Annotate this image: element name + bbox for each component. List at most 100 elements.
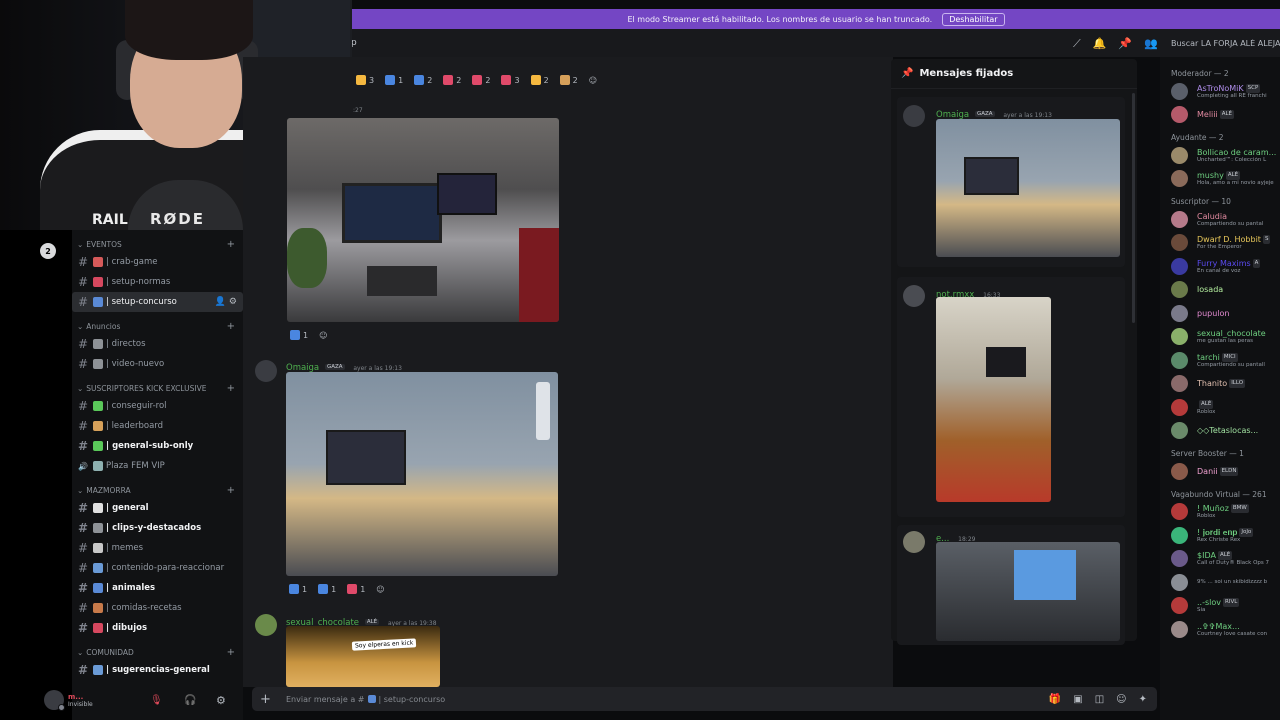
- mute-icon[interactable]: 🎙: [150, 695, 163, 706]
- apps-icon[interactable]: ✦: [1139, 694, 1147, 705]
- threads-icon[interactable]: ⟋: [1073, 37, 1081, 51]
- avatar: [1171, 573, 1188, 591]
- member-item[interactable]: Furry Maxims A En canal de voz: [1171, 255, 1280, 277]
- member-item[interactable]: tarchi MICI Compartiendo su pantall: [1171, 349, 1280, 371]
- member-item[interactable]: losada: [1171, 279, 1280, 301]
- reaction[interactable]: 1: [344, 582, 368, 596]
- member-item[interactable]: ◇◇Tetaslocas...: [1171, 420, 1280, 442]
- channel-item[interactable]: # | sugerencias-general: [72, 660, 243, 680]
- category-header[interactable]: ⌄ SUSCRIPTORES KICK EXCLUSIVE +: [72, 380, 243, 396]
- member-item[interactable]: $IDA ALÉ Call of Duty® Black Ops 7: [1171, 548, 1280, 570]
- member-item[interactable]: ! 𝐣𝐨𝐫𝐝𝐢 𝐞𝐧𝐩 JoJo Rex Christe Rex: [1171, 524, 1280, 546]
- reaction[interactable]: 1: [286, 582, 310, 596]
- category-header[interactable]: ⌄ Anuncios +: [72, 318, 243, 334]
- channel-item[interactable]: 🔊 Plaza FEM VIP: [72, 456, 243, 476]
- message-composer[interactable]: + Enviar mensaje a # | setup-concurso 🎁 …: [252, 687, 1157, 711]
- members-icon[interactable]: 👥: [1144, 37, 1158, 51]
- channel-item[interactable]: # | conseguir-rol: [72, 396, 243, 416]
- member-item[interactable]: ..-slov RIVL Sia: [1171, 595, 1280, 617]
- reaction[interactable]: 1: [287, 328, 311, 342]
- disable-streamer-button[interactable]: Deshabilitar: [942, 12, 1005, 26]
- channel-item[interactable]: # | contenido-para-reaccionar: [72, 558, 243, 578]
- member-activity: Uncharted™: Colección L: [1197, 156, 1267, 163]
- category-header[interactable]: ⌄ EVENTOS +: [72, 236, 243, 252]
- add-channel-icon[interactable]: +: [227, 321, 235, 332]
- channel-item[interactable]: # | directos: [72, 334, 243, 354]
- pinned-image[interactable]: [936, 542, 1120, 641]
- channel-item[interactable]: # | animales: [72, 578, 243, 598]
- headphones-icon[interactable]: 🎧: [184, 695, 196, 706]
- role-tag: ELDN: [1219, 466, 1239, 476]
- channel-item[interactable]: # | dibujos: [72, 618, 243, 638]
- channel-item[interactable]: # | comidas-recetas: [72, 598, 243, 618]
- member-item[interactable]: Bollicao de caram... Uncharted™: Colecció…: [1171, 144, 1280, 166]
- channel-item[interactable]: # | leaderboard: [72, 416, 243, 436]
- add-reaction-icon[interactable]: ☺: [586, 73, 600, 87]
- pinned-item[interactable]: e... 18:29: [897, 525, 1125, 645]
- message-image-3[interactable]: Soy elperas en kick: [286, 626, 440, 687]
- member-item[interactable]: mushy ALÉ Hola, amo a mi novio ayjeje: [1171, 168, 1280, 190]
- avatar[interactable]: [255, 614, 277, 636]
- add-channel-icon[interactable]: +: [227, 485, 235, 496]
- reaction[interactable]: 3: [498, 73, 522, 87]
- avatar[interactable]: [44, 690, 65, 711]
- message-area: 3 1 2 2 2 3 2 2 ☺ :27 1 ☺ Omaiga GAZA ayer a las …: [243, 57, 893, 687]
- member-item[interactable]: Meliii ALÉ: [1171, 104, 1280, 126]
- reaction[interactable]: 1: [315, 582, 339, 596]
- member-item[interactable]: Thanito ILLO: [1171, 373, 1280, 395]
- add-channel-icon[interactable]: +: [227, 239, 235, 250]
- channel-item[interactable]: # | general: [72, 498, 243, 518]
- pinned-image[interactable]: [936, 297, 1051, 502]
- gif-icon[interactable]: ▣: [1073, 694, 1082, 705]
- message-image-setup-2[interactable]: [286, 372, 558, 576]
- avatar[interactable]: [255, 360, 277, 382]
- pinned-image[interactable]: [936, 119, 1120, 257]
- member-item[interactable]: Danii ELDN: [1171, 460, 1280, 482]
- channel-item[interactable]: # | general-sub-only: [72, 436, 243, 456]
- reaction[interactable]: 2: [528, 73, 552, 87]
- member-item[interactable]: ..✞✞Max... Courtney love casate con: [1171, 618, 1280, 640]
- member-item[interactable]: Dwarf D. Hobbit S For the Emperor: [1171, 232, 1280, 254]
- server-icon[interactable]: 2: [40, 243, 56, 259]
- channel-name: | sugerencias-general: [106, 665, 210, 675]
- settings-icon[interactable]: ⚙: [216, 694, 226, 707]
- emoji-icon[interactable]: ☺: [1116, 694, 1126, 705]
- reaction[interactable]: 2: [469, 73, 493, 87]
- member-item[interactable]: sexual_chocolate me gustan las peras: [1171, 326, 1280, 348]
- category-header[interactable]: ⌄ COMUNIDAD +: [72, 644, 243, 660]
- reaction[interactable]: 2: [440, 73, 464, 87]
- reaction[interactable]: 1: [382, 73, 406, 87]
- bell-icon[interactable]: 🔔: [1093, 37, 1107, 51]
- member-item[interactable]: ! Muñoz BMW Roblox: [1171, 501, 1280, 523]
- member-item[interactable]: ALÉ Roblox: [1171, 396, 1280, 418]
- member-item[interactable]: Caludia Compartiendo su pantal: [1171, 208, 1280, 230]
- channel-settings-icon[interactable]: 👤 ⚙: [215, 297, 237, 307]
- sticker-icon[interactable]: ◫: [1095, 694, 1104, 705]
- member-item[interactable]: pupulon: [1171, 302, 1280, 324]
- add-reaction-icon[interactable]: ☺: [316, 328, 330, 342]
- channel-item[interactable]: # | clips-y-destacados: [72, 518, 243, 538]
- reaction[interactable]: 3: [353, 73, 377, 87]
- channel-item[interactable]: # | crab-game: [72, 252, 243, 272]
- member-item[interactable]: 9% ... soi un skibidizzzz b: [1171, 571, 1280, 593]
- channel-item[interactable]: # | video-nuevo: [72, 354, 243, 374]
- channel-item[interactable]: # | setup-concurso 👤 ⚙: [72, 292, 243, 312]
- channel-item[interactable]: # | memes: [72, 538, 243, 558]
- scrollbar[interactable]: [1132, 93, 1135, 323]
- member-item[interactable]: AsTroNoMiK SCP Completing all RE franchi: [1171, 80, 1280, 102]
- message-image-setup-1[interactable]: [287, 118, 559, 322]
- search-input[interactable]: Buscar LA FORJA ALÉ ALEJAN: [1171, 39, 1280, 48]
- reaction[interactable]: 2: [411, 73, 435, 87]
- member-name: Thanito: [1197, 379, 1228, 388]
- pinned-item[interactable]: Omaiga GAZA ayer a las 19:13: [897, 97, 1125, 267]
- add-reaction-icon[interactable]: ☺: [373, 582, 387, 596]
- reaction[interactable]: 2: [557, 73, 581, 87]
- add-channel-icon[interactable]: +: [227, 383, 235, 394]
- add-attachment-icon[interactable]: +: [260, 692, 286, 707]
- pinned-item[interactable]: not.rmxx 16:33: [897, 277, 1125, 517]
- category-header[interactable]: ⌄ MAZMORRA +: [72, 482, 243, 498]
- gift-icon[interactable]: 🎁: [1049, 694, 1061, 705]
- channel-item[interactable]: # | setup-normas: [72, 272, 243, 292]
- pin-icon[interactable]: 📌: [1118, 37, 1132, 51]
- add-channel-icon[interactable]: +: [227, 647, 235, 658]
